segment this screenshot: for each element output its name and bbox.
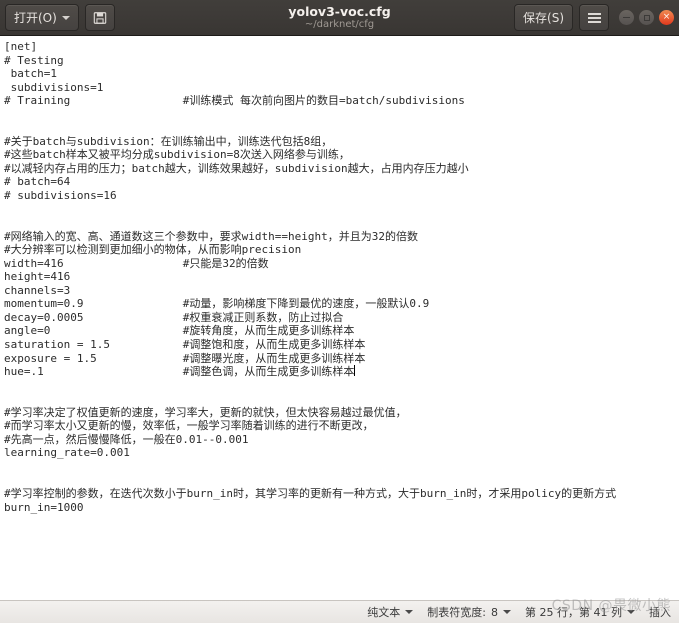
minimize-icon	[623, 16, 630, 19]
window-controls: ×	[619, 10, 674, 25]
titlebar-right-group: 保存(S) ×	[514, 4, 674, 31]
status-bar: 纯文本 制表符宽度: 8 第 25 行，第 41 列 插入	[0, 600, 679, 623]
syntax-label: 纯文本	[367, 606, 401, 619]
close-icon: ×	[662, 12, 671, 22]
cursor-position-indicator[interactable]: 第 25 行，第 41 列	[525, 604, 635, 620]
chevron-down-icon	[61, 15, 70, 20]
save-disk-icon-button[interactable]	[84, 4, 115, 31]
editor-line: hue=.1 #调整色调，从而生成更多训练样本	[4, 365, 356, 379]
editor-line: #先高一点，然后慢慢降低，一般在0.01--0.001	[4, 432, 249, 446]
editor-line: # Testing	[4, 53, 64, 67]
window-filepath: ~/darknet/cfg	[304, 18, 375, 30]
window-titlebar: 打开(O) yolov3-voc.cfg ~/darknet/cfg 保存(S)…	[0, 0, 679, 36]
editor-line: [net]	[4, 40, 38, 53]
save-button[interactable]: 保存(S)	[514, 4, 573, 31]
editor-line: #学习率决定了权值更新的速度，学习率大，更新的就快，但太快容易越过最优值，	[4, 405, 407, 419]
titlebar-left-group: 打开(O)	[5, 4, 115, 31]
minimize-button[interactable]	[619, 10, 634, 25]
editor-line: # subdivisions=16	[4, 189, 117, 203]
editor-code-body[interactable]: [net] # Testing batch=1 subdivisions=1 # T…	[4, 40, 679, 514]
window-filename: yolov3-voc.cfg	[288, 3, 391, 19]
text-cursor	[354, 365, 356, 377]
open-button-label: 打开(O)	[14, 11, 57, 25]
editor-line: #网络输入的宽、高、通道数这三个参数中，要求width==height，并且为3…	[4, 229, 418, 243]
editor-line: decay=0.0005 #权重衰减正则系数，防止过拟合	[4, 310, 344, 324]
tab-width-label: 制表符宽度:	[427, 606, 487, 619]
chevron-down-icon	[627, 610, 635, 614]
maximize-button[interactable]	[639, 10, 654, 25]
editor-line: #以减轻内存占用的压力；batch越大，训练效果越好，subdivision越大…	[4, 161, 469, 175]
hamburger-menu-icon	[587, 12, 601, 23]
editor-line: angle=0 #旋转角度，从而生成更多训练样本	[4, 324, 355, 338]
maximize-icon	[643, 14, 650, 21]
editor-line: learning_rate=0.001	[4, 446, 130, 460]
open-button[interactable]: 打开(O)	[5, 4, 79, 31]
insert-mode-label: 插入	[649, 606, 671, 619]
editor-line: width=416 #只能是32的倍数	[4, 256, 269, 270]
editor-line: batch=1	[4, 67, 57, 81]
close-button[interactable]: ×	[659, 10, 674, 25]
editor-line: exposure = 1.5 #调整曝光度，从而生成更多训练样本	[4, 351, 366, 365]
chevron-down-icon	[503, 610, 512, 614]
syntax-selector[interactable]: 纯文本	[367, 604, 414, 620]
tab-width-selector[interactable]: 制表符宽度: 8	[427, 604, 512, 620]
chevron-down-icon	[405, 610, 414, 614]
tab-width-value: 8	[491, 605, 499, 619]
save-disk-icon	[93, 11, 107, 24]
insert-mode-indicator[interactable]: 插入	[649, 604, 671, 620]
editor-line: saturation = 1.5 #调整饱和度，从而生成更多训练样本	[4, 338, 366, 352]
editor-line: #而学习率太小又更新的慢，效率低，一般学习率随着训练的进行不断更改，	[4, 419, 374, 433]
editor-line: momentum=0.9 #动量，影响梯度下降到最优的速度，一般默认0.9	[4, 297, 430, 311]
save-button-label: 保存(S)	[523, 11, 564, 25]
editor-line: burn_in=1000	[4, 500, 84, 514]
editor-line: #大分辨率可以检测到更加细小的物体，从而影响precision	[4, 243, 302, 257]
menu-button[interactable]	[579, 4, 609, 31]
editor-line: #学习率控制的参数，在迭代次数小于burn_in时，其学习率的更新有一种方式，大…	[4, 487, 617, 501]
editor-line: #关于batch与subdivision：在训练输出中，训练迭代包括8组，	[4, 134, 333, 148]
editor-line: # Training #训练模式 每次前向图片的数目=batch/subdivi…	[4, 94, 465, 108]
cursor-position-label: 第 25 行，第 41 列	[525, 606, 622, 619]
editor-line: height=416	[4, 270, 71, 284]
editor-line: # batch=64	[4, 175, 71, 189]
editor-line: #这些batch样本又被平均分成subdivision=8次送入网络参与训练，	[4, 148, 350, 162]
editor-line: channels=3	[4, 283, 71, 297]
editor-line: subdivisions=1	[4, 80, 104, 94]
text-editor-area[interactable]: [net] # Testing batch=1 subdivisions=1 # T…	[0, 36, 679, 600]
